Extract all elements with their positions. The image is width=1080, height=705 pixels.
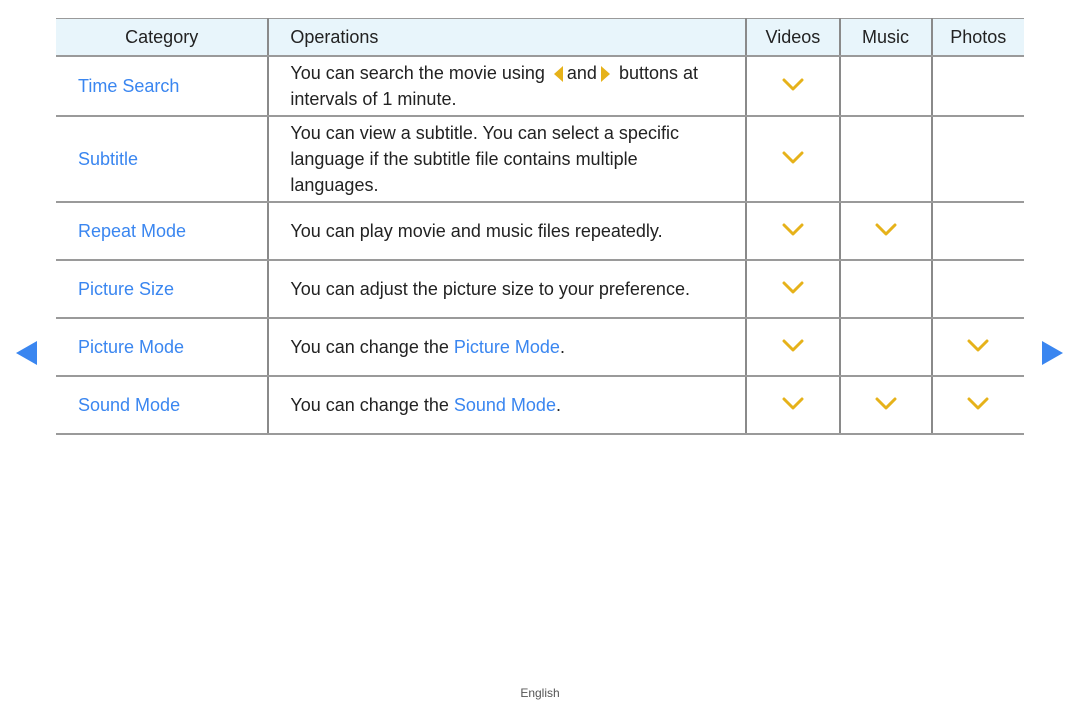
category-cell: Picture Mode xyxy=(56,318,269,377)
photos-cell xyxy=(930,260,1024,319)
operations-cell: You can play movie and music files repea… xyxy=(267,202,747,261)
operations-cell: You can view a subtitle. You can select … xyxy=(267,116,747,203)
category-cell: Time Search xyxy=(56,56,269,117)
music-cell xyxy=(838,202,932,261)
table-row: Subtitle You can view a subtitle. You ca… xyxy=(56,116,1024,203)
videos-cell xyxy=(745,202,840,261)
features-table: Category Operations Videos Music Photos … xyxy=(56,18,1024,435)
photos-cell xyxy=(930,116,1024,203)
right-arrow-button-icon xyxy=(600,66,610,83)
category-cell: Picture Size xyxy=(56,260,269,319)
language-label: English xyxy=(520,686,560,700)
checkmark-chevron-icon xyxy=(782,397,804,410)
music-cell xyxy=(838,376,932,435)
photos-cell xyxy=(930,202,1024,261)
table-row: Time Search You can search the movie usi… xyxy=(56,56,1024,117)
music-cell xyxy=(838,56,932,117)
header-photos: Photos xyxy=(930,18,1024,57)
checkmark-chevron-icon xyxy=(875,397,897,410)
left-arrow-button-icon xyxy=(553,66,563,83)
op-text: You can search the movie using xyxy=(290,63,545,83)
category-cell: Subtitle xyxy=(56,116,269,203)
table-header-row: Category Operations Videos Music Photos xyxy=(56,18,1024,57)
videos-cell xyxy=(745,116,840,203)
table-row: Picture Mode You can change the Picture … xyxy=(56,318,1024,377)
category-cell: Sound Mode xyxy=(56,376,269,435)
header-category: Category xyxy=(56,18,269,57)
checkmark-chevron-icon xyxy=(782,151,804,164)
op-text: You can change the xyxy=(290,337,449,357)
checkmark-chevron-icon xyxy=(875,223,897,236)
videos-cell xyxy=(745,260,840,319)
header-operations: Operations xyxy=(267,18,747,57)
op-text: . xyxy=(559,337,565,357)
table-row: Picture Size You can adjust the picture … xyxy=(56,260,1024,319)
checkmark-chevron-icon xyxy=(967,339,989,352)
category-cell: Repeat Mode xyxy=(56,202,269,261)
checkmark-chevron-icon xyxy=(967,397,989,410)
op-text: and xyxy=(566,63,597,83)
operations-cell: You can search the movie using and butto… xyxy=(267,56,747,117)
checkmark-chevron-icon xyxy=(782,339,804,352)
picture-mode-link[interactable]: Picture Mode xyxy=(454,337,560,357)
table-row: Sound Mode You can change the Sound Mode… xyxy=(56,376,1024,435)
videos-cell xyxy=(745,318,840,377)
operations-cell: You can adjust the picture size to your … xyxy=(267,260,747,319)
checkmark-chevron-icon xyxy=(782,281,804,294)
checkmark-chevron-icon xyxy=(782,78,804,91)
operations-cell: You can change the Sound Mode. xyxy=(267,376,747,435)
photos-cell xyxy=(930,376,1024,435)
music-cell xyxy=(838,116,932,203)
previous-page-button[interactable] xyxy=(16,341,37,365)
videos-cell xyxy=(745,56,840,117)
header-videos: Videos xyxy=(745,18,840,57)
sound-mode-link[interactable]: Sound Mode xyxy=(454,395,556,415)
videos-cell xyxy=(745,376,840,435)
table-row: Repeat Mode You can play movie and music… xyxy=(56,202,1024,261)
checkmark-chevron-icon xyxy=(782,223,804,236)
music-cell xyxy=(838,260,932,319)
op-text: You can change the xyxy=(290,395,449,415)
op-text: . xyxy=(555,395,561,415)
header-music: Music xyxy=(838,18,932,57)
operations-cell: You can change the Picture Mode. xyxy=(267,318,747,377)
music-cell xyxy=(838,318,932,377)
next-page-button[interactable] xyxy=(1042,341,1063,365)
photos-cell xyxy=(930,318,1024,377)
photos-cell xyxy=(930,56,1024,117)
